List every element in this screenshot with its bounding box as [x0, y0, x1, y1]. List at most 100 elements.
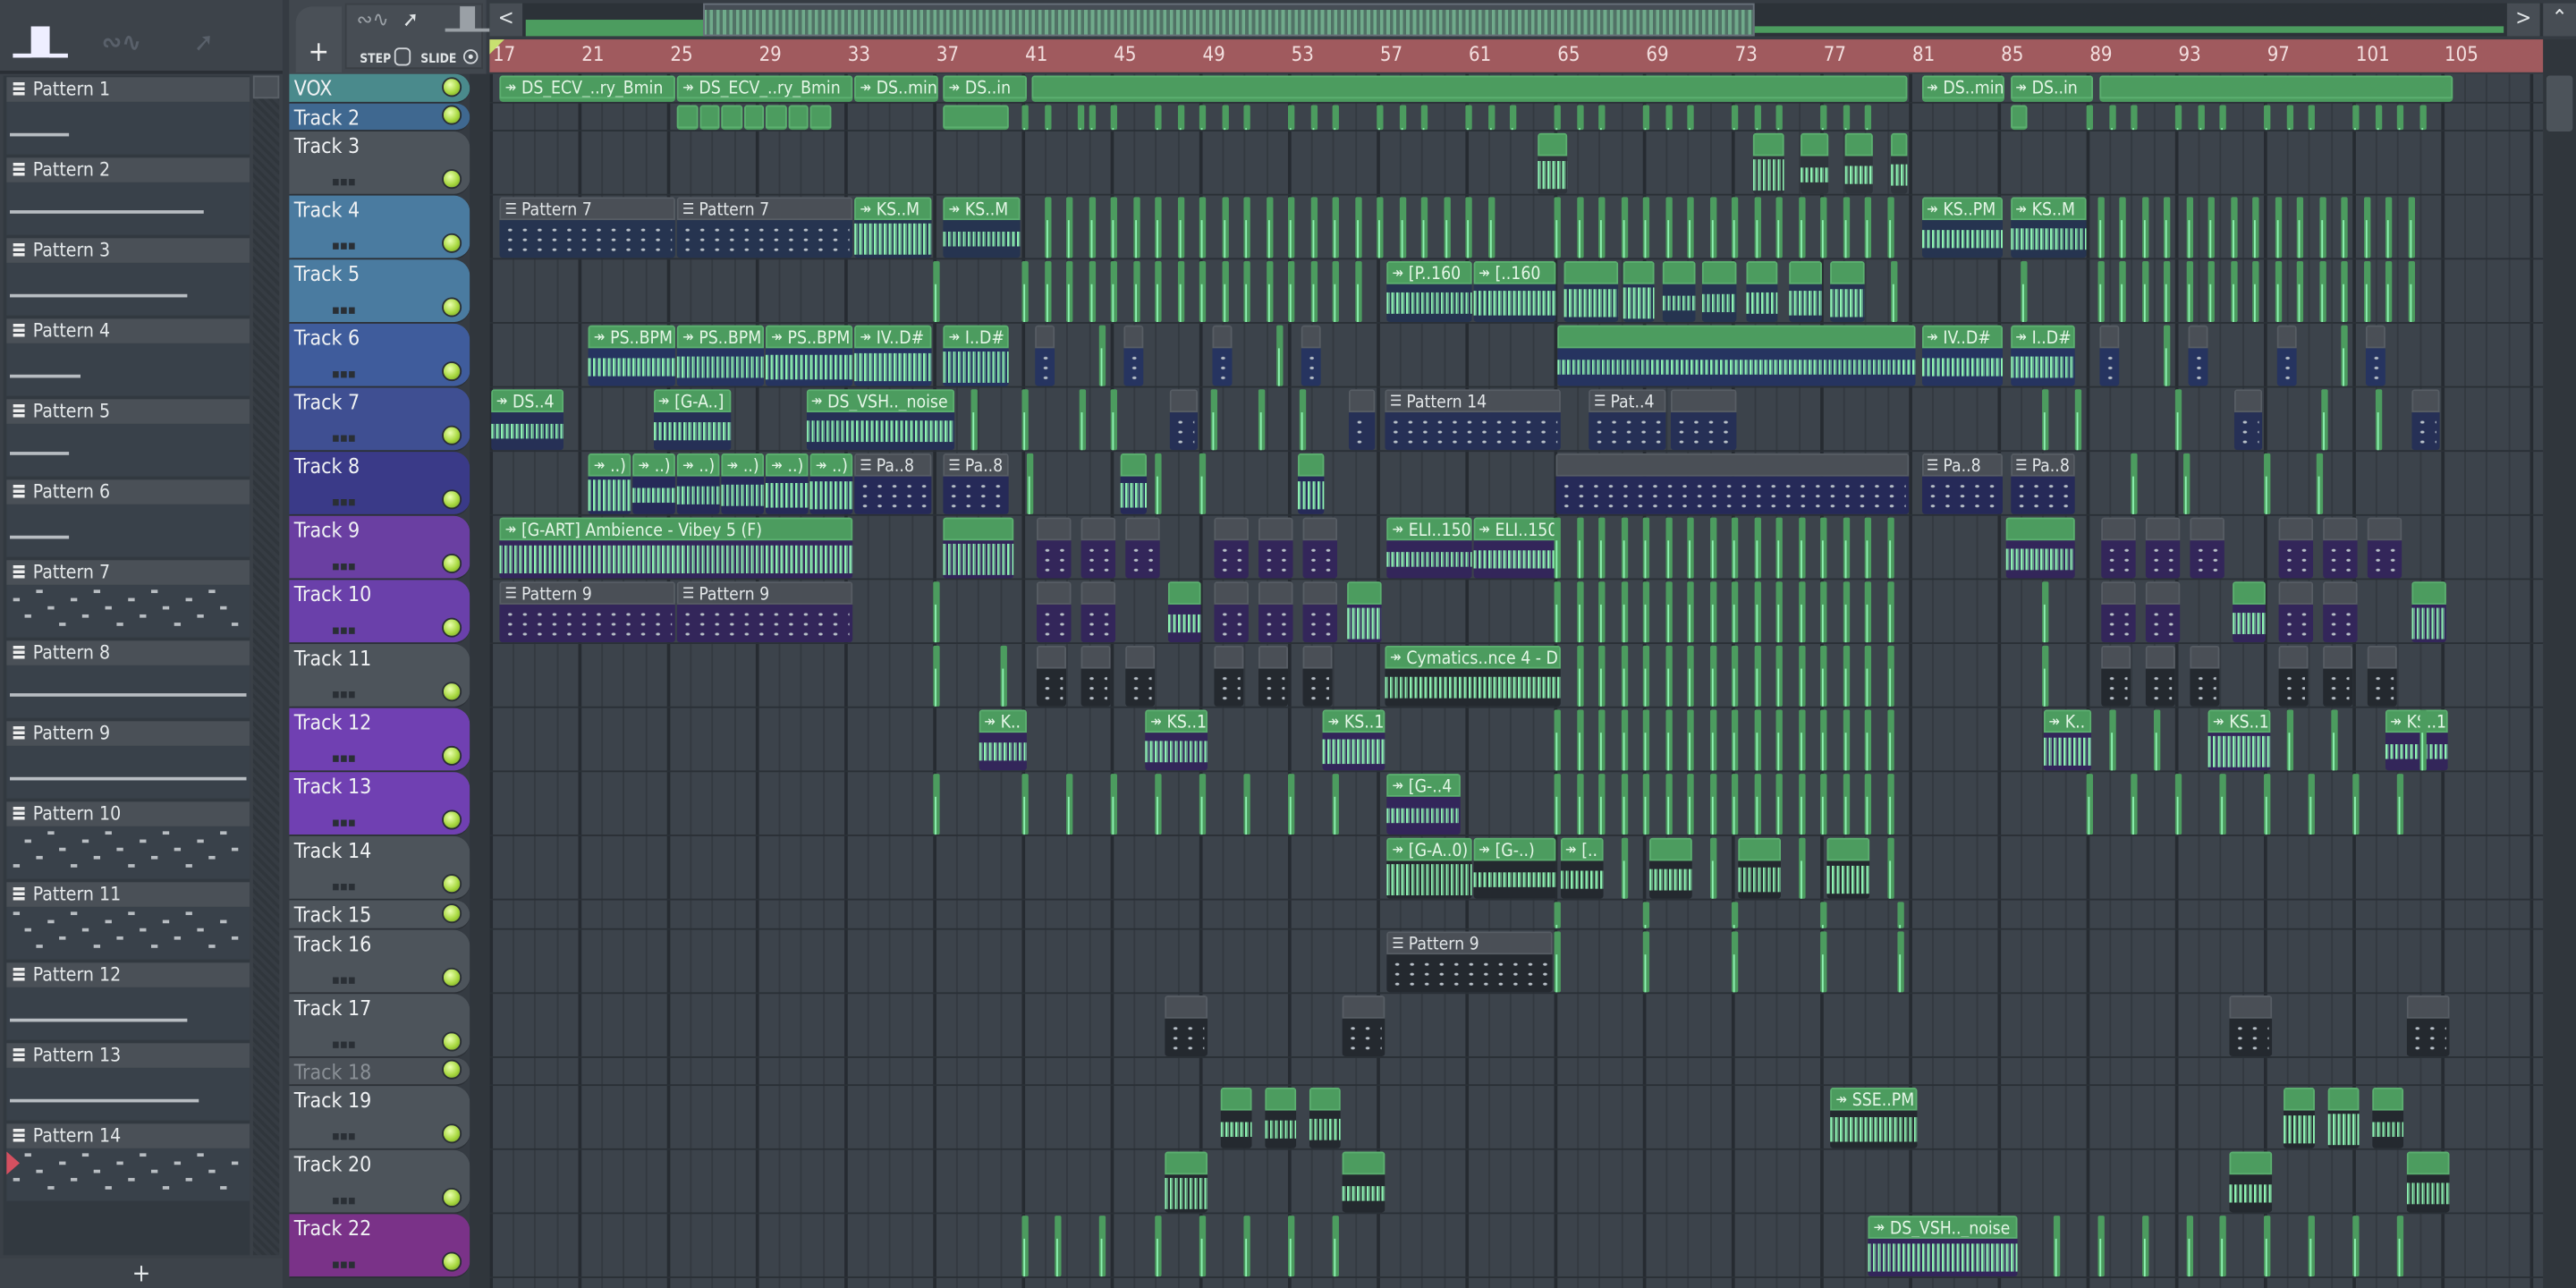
track-name[interactable]: Track 5: [294, 261, 360, 286]
track-header[interactable]: Track 18: [289, 1056, 470, 1087]
short-clip[interactable]: [1299, 389, 1306, 451]
audio-clip[interactable]: DS_VSH.._noise ↠: [806, 389, 956, 451]
short-clip[interactable]: [2042, 581, 2049, 643]
track-mute-led[interactable]: [442, 425, 462, 445]
pattern-clip[interactable]: [2278, 645, 2309, 707]
audio-clip[interactable]: DS..min ↠: [1921, 75, 2004, 101]
audio-clip[interactable]: K.. ↠: [2043, 709, 2091, 771]
short-clip[interactable]: [1709, 517, 1716, 579]
short-clip[interactable]: [1554, 517, 1561, 579]
short-clip[interactable]: [1864, 645, 1872, 707]
pattern-item[interactable]: Pattern 12: [6, 961, 250, 1041]
audio-clip[interactable]: [1830, 261, 1865, 322]
pattern-clip[interactable]: [2278, 517, 2313, 579]
short-clip[interactable]: [1731, 930, 1739, 992]
short-clip[interactable]: [1199, 104, 1207, 131]
short-clip[interactable]: [2020, 261, 2027, 322]
short-clip[interactable]: [1864, 104, 1872, 131]
ruler-bar-number[interactable]: 89: [2089, 43, 2112, 66]
short-clip[interactable]: [2108, 104, 2115, 131]
short-clip[interactable]: [2352, 774, 2360, 835]
track-mute-led[interactable]: [442, 233, 462, 253]
track-name[interactable]: Track 7: [294, 389, 360, 414]
pattern-clip[interactable]: [2367, 645, 2397, 707]
short-clip[interactable]: [2164, 325, 2171, 386]
short-clip[interactable]: [1576, 104, 1583, 131]
short-clip[interactable]: [1731, 197, 1739, 258]
audio-clip[interactable]: [944, 104, 1009, 131]
short-clip[interactable]: [2164, 261, 2171, 322]
short-clip[interactable]: [1897, 902, 1905, 928]
pattern-clip[interactable]: [1214, 645, 1244, 707]
pattern-name[interactable]: Pattern 4: [6, 318, 250, 343]
short-clip[interactable]: [2141, 1216, 2148, 1277]
audio-clip[interactable]: K.. ↠: [979, 709, 1027, 771]
track-name[interactable]: Track 20: [294, 1152, 372, 1177]
pattern-name[interactable]: Pattern 11: [6, 882, 250, 907]
short-clip[interactable]: [2374, 389, 2382, 451]
audio-clip[interactable]: [1702, 261, 1736, 322]
track-menu-dots[interactable]: ▪▪▪: [332, 367, 356, 382]
audio-clip[interactable]: KS..1 ↠: [2207, 709, 2271, 771]
track-lane[interactable]: [489, 901, 2544, 929]
short-clip[interactable]: [2086, 774, 2093, 835]
short-clip[interactable]: [1276, 325, 1284, 386]
short-clip[interactable]: [1598, 581, 1606, 643]
track-name[interactable]: Track 10: [294, 581, 372, 606]
short-clip[interactable]: [1775, 517, 1783, 579]
short-clip[interactable]: [1088, 197, 1096, 258]
short-clip[interactable]: [2285, 709, 2293, 771]
short-clip[interactable]: [1021, 389, 1029, 451]
short-clip[interactable]: [1709, 709, 1716, 771]
short-clip[interactable]: [1687, 709, 1694, 771]
audio-clip[interactable]: [1890, 132, 1907, 194]
track-name[interactable]: Track 12: [294, 709, 372, 734]
short-clip[interactable]: [1820, 197, 1827, 258]
short-clip[interactable]: [999, 645, 1006, 707]
pattern-clip[interactable]: [1555, 453, 1910, 514]
short-clip[interactable]: [2319, 261, 2326, 322]
track-mute-led[interactable]: [442, 489, 462, 510]
short-clip[interactable]: [2264, 104, 2271, 131]
short-clip[interactable]: [1221, 197, 1228, 258]
audio-clip[interactable]: ..) ↠: [810, 453, 853, 514]
audio-clip[interactable]: [766, 104, 787, 131]
pattern-name[interactable]: Pattern 2: [6, 157, 250, 182]
short-clip[interactable]: [1287, 197, 1295, 258]
short-clip[interactable]: [2308, 1216, 2315, 1277]
short-clip[interactable]: [2264, 453, 2271, 514]
piano-icon[interactable]: ▁█▁: [445, 8, 490, 33]
short-clip[interactable]: [1709, 645, 1716, 707]
short-clip[interactable]: [1554, 709, 1561, 771]
short-clip[interactable]: [1620, 581, 1628, 643]
audio-clip[interactable]: [1165, 1151, 1208, 1213]
audio-clip[interactable]: [.. ↠: [1560, 837, 1604, 899]
track-name[interactable]: Track 15: [294, 902, 372, 927]
audio-clip[interactable]: [1800, 132, 1829, 194]
track-menu-dots[interactable]: ▪▪▪: [332, 1129, 356, 1144]
ruler-bar-number[interactable]: 69: [1646, 43, 1668, 66]
short-clip[interactable]: [2208, 197, 2216, 258]
track-menu-dots[interactable]: ▪▪▪: [332, 879, 356, 894]
vertical-scroll-thumb[interactable]: [2546, 75, 2573, 131]
track-header[interactable]: Track 8 ▪▪▪: [289, 452, 470, 516]
short-clip[interactable]: [1820, 709, 1827, 771]
short-clip[interactable]: [933, 581, 940, 643]
track-menu-dots[interactable]: ▪▪▪: [332, 302, 356, 318]
short-clip[interactable]: [1687, 197, 1694, 258]
track-mute-led[interactable]: [442, 1123, 462, 1144]
pattern-clip[interactable]: [2411, 389, 2439, 451]
track-mute-led[interactable]: [442, 105, 462, 125]
audio-clip[interactable]: DS..4 ↠: [491, 389, 564, 451]
audio-clip[interactable]: I..D# ↠: [2010, 325, 2076, 386]
short-clip[interactable]: [2374, 104, 2382, 131]
track-header[interactable]: Track 22 ▪▪▪: [289, 1214, 470, 1278]
short-clip[interactable]: [1021, 104, 1029, 131]
track-name[interactable]: Track 13: [294, 774, 372, 799]
vertical-scrollbar[interactable]: [2543, 39, 2576, 1288]
audio-clip[interactable]: [1265, 1087, 1297, 1148]
short-clip[interactable]: [1554, 774, 1561, 835]
pattern-clip[interactable]: Pa..8 ☰: [2010, 453, 2076, 514]
track-header[interactable]: Track 13 ▪▪▪: [289, 772, 470, 836]
short-clip[interactable]: [2275, 197, 2282, 258]
